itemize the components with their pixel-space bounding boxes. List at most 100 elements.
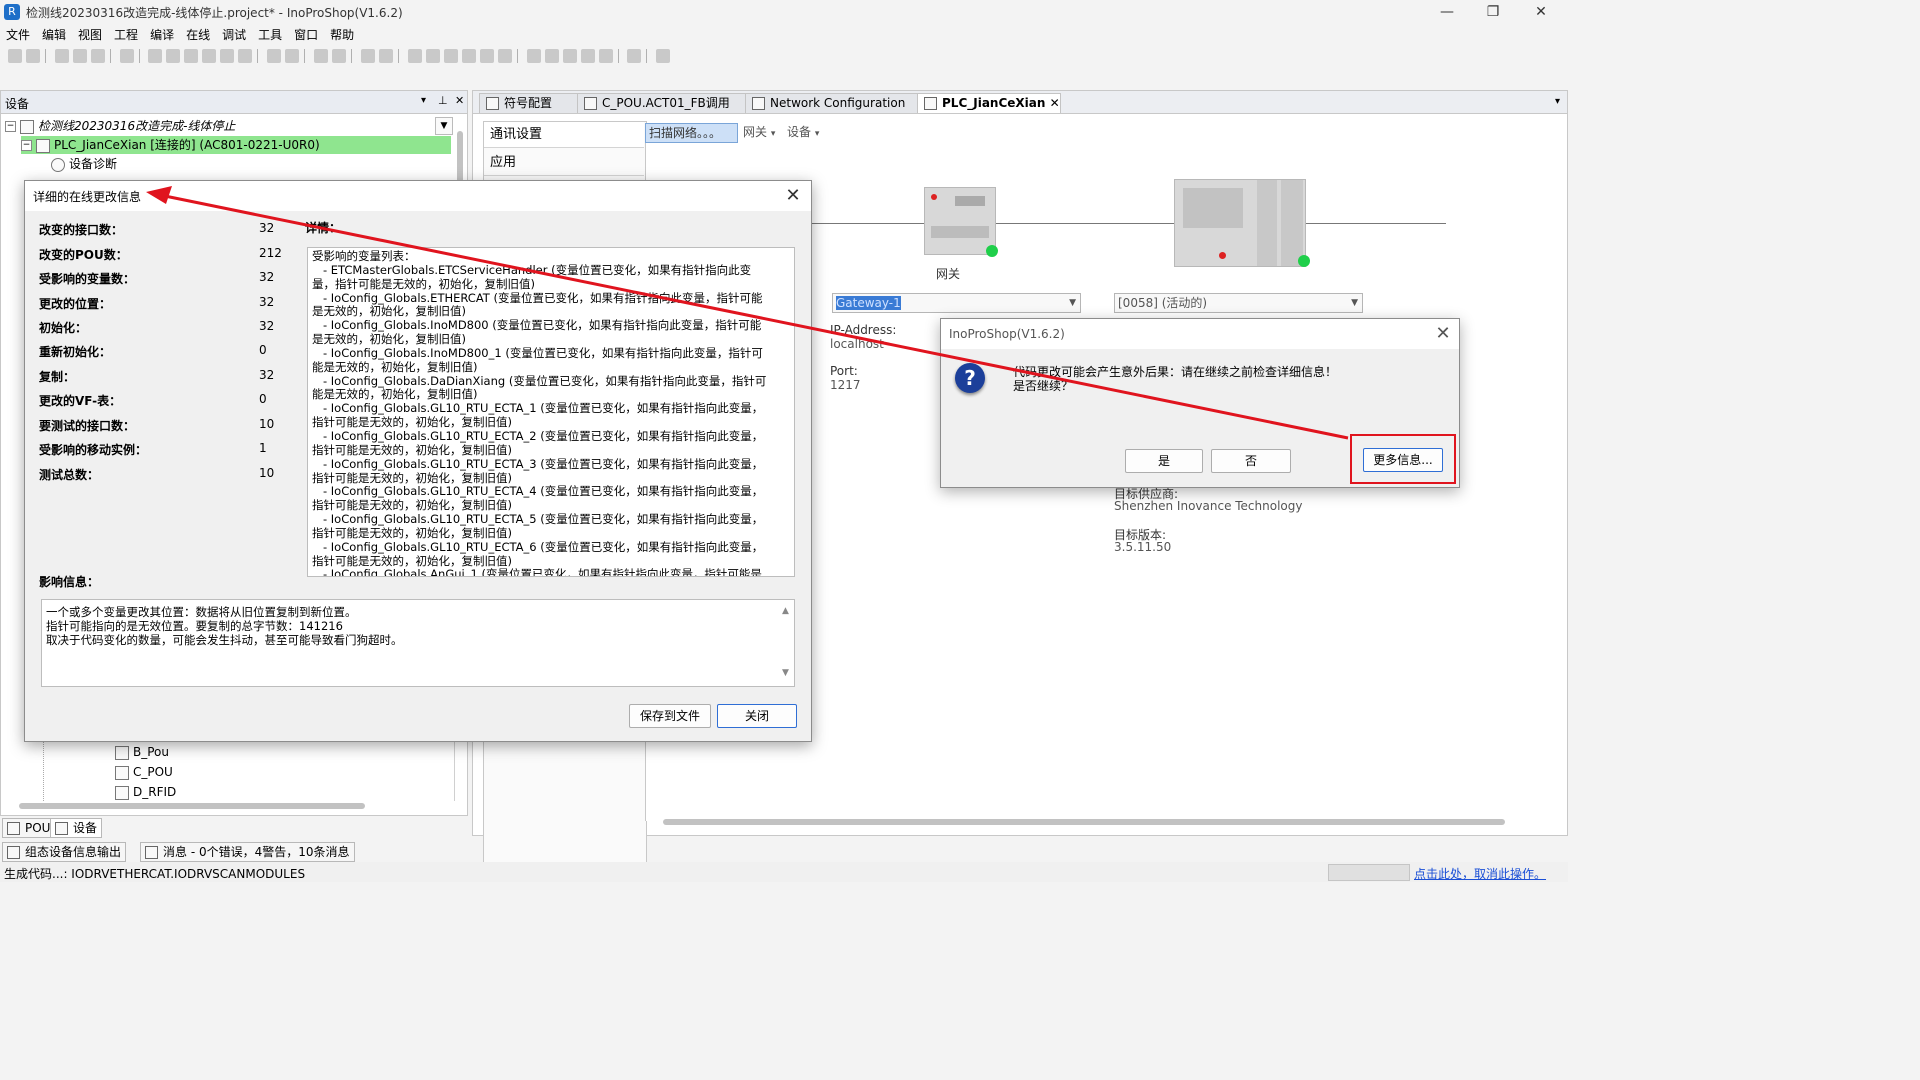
tree-hscroll[interactable] xyxy=(19,803,365,809)
options-icon[interactable] xyxy=(656,49,671,63)
stop-icon[interactable] xyxy=(461,49,476,63)
tab-symbol-config[interactable]: 符号配置 xyxy=(479,93,585,113)
undo-icon[interactable] xyxy=(148,49,163,63)
nav-communication-settings[interactable]: 通讯设置 xyxy=(484,122,644,148)
menu-file[interactable]: 文件 xyxy=(0,24,36,45)
run-to-cursor-icon[interactable] xyxy=(580,49,595,63)
impact-textbox[interactable]: 一个或多个变量更改其位置：数据将从旧位置复制到新位置。 指针可能指向的是无效位置… xyxy=(41,599,795,687)
no-button[interactable]: 否 xyxy=(1211,449,1291,473)
nav-application[interactable]: 应用 xyxy=(484,150,644,176)
tab-plc-jiancexian[interactable]: PLC_JianCeXian ✕ xyxy=(917,93,1061,113)
tab-messages[interactable]: 消息 - 0个错误，4警告，10条消息 xyxy=(140,842,355,862)
add-object-icon[interactable] xyxy=(332,49,347,63)
download-icon[interactable] xyxy=(378,49,393,63)
menu-build[interactable]: 编译 xyxy=(144,24,180,45)
select-all-icon[interactable] xyxy=(314,49,329,63)
write-values-icon[interactable] xyxy=(497,49,512,63)
forward-icon[interactable] xyxy=(26,49,40,63)
replace-icon[interactable] xyxy=(285,49,300,63)
gateway-select[interactable]: Gateway-1 ▼ xyxy=(832,293,1081,313)
tab-device-output[interactable]: 组态设备信息输出 xyxy=(2,842,127,862)
menu-view[interactable]: 视图 xyxy=(72,24,108,45)
close-button[interactable]: 关闭 xyxy=(717,704,797,728)
device-select[interactable]: [0058] (活动的) ▼ xyxy=(1114,293,1363,313)
reset-icon[interactable] xyxy=(479,49,494,63)
plc-rail xyxy=(1257,180,1277,266)
status-bar: 生成代码...: IODRVETHERCAT.IODRVSCANMODULES … xyxy=(0,862,1568,882)
tree-pou-row[interactable]: C_POU xyxy=(115,763,173,781)
scroll-down-icon[interactable]: ▼ xyxy=(782,668,789,678)
menu-window[interactable]: 窗口 xyxy=(288,24,324,45)
save-icon[interactable] xyxy=(90,49,105,63)
open-file-icon[interactable] xyxy=(72,49,87,63)
step-over-icon[interactable] xyxy=(526,49,541,63)
new-file-icon[interactable] xyxy=(54,49,69,63)
breakpoint-icon[interactable] xyxy=(598,49,613,63)
step-out-icon[interactable] xyxy=(562,49,577,63)
tree-diag-row[interactable]: 设备诊断 xyxy=(51,155,117,173)
tree-project-row[interactable]: − 检测线20230316改造完成-线体停止 xyxy=(5,117,235,135)
pane-dropdown-icon[interactable]: ▾ xyxy=(421,95,426,106)
dialog-close-icon[interactable]: ✕ xyxy=(1431,322,1455,346)
paste-icon[interactable] xyxy=(220,49,235,63)
stat-label: 复制： xyxy=(39,370,76,384)
scan-network-button[interactable]: 扫描网络。。。 xyxy=(645,123,738,143)
device-menu-button[interactable]: 设备 ▾ xyxy=(787,123,819,141)
close-window-button[interactable]: ✕ xyxy=(1518,2,1564,22)
stat-value: 32 xyxy=(259,295,275,309)
menu-debug[interactable]: 调试 xyxy=(216,24,252,45)
plc-led xyxy=(1219,252,1226,259)
tree-pou-row[interactable]: D_RFID xyxy=(115,783,176,801)
cut-icon[interactable] xyxy=(184,49,199,63)
toggle-icon[interactable] xyxy=(627,49,642,63)
gateway-menu-button[interactable]: 网关 ▾ xyxy=(743,123,775,141)
logout-icon[interactable] xyxy=(425,49,440,63)
menu-project[interactable]: 工程 xyxy=(108,24,144,45)
menu-edit[interactable]: 编辑 xyxy=(36,24,72,45)
tab-list-dropdown-icon[interactable]: ▾ xyxy=(1555,96,1560,107)
copy-icon[interactable] xyxy=(202,49,217,63)
tab-messages-label: 消息 - 0个错误，4警告，10条消息 xyxy=(163,845,350,859)
tree-pou-label: C_POU xyxy=(133,765,173,779)
run-icon[interactable] xyxy=(443,49,458,63)
tab-close-icon[interactable]: ✕ xyxy=(1050,96,1060,110)
diagnostics-icon xyxy=(51,157,65,172)
menu-tools[interactable]: 工具 xyxy=(252,24,288,45)
collapse-icon[interactable]: − xyxy=(21,140,32,151)
tab-c-pou-act01[interactable]: C_POU.ACT01_FB调用 xyxy=(577,93,751,113)
tree-plc-row[interactable]: − PLC_JianCeXian [连接的] (AC801-0221-U0R0) xyxy=(21,136,451,154)
collapse-icon[interactable]: − xyxy=(5,121,16,132)
print-icon[interactable] xyxy=(119,49,134,63)
tree-dropdown-icon[interactable]: ▼ xyxy=(435,117,453,135)
port-value: 1217 xyxy=(830,378,861,392)
dialog-close-icon[interactable]: ✕ xyxy=(781,184,805,208)
build-icon[interactable] xyxy=(360,49,375,63)
menu-help[interactable]: 帮助 xyxy=(324,24,360,45)
step-into-icon[interactable] xyxy=(544,49,559,63)
cancel-operation-link[interactable]: 点击此处，取消此操作。 xyxy=(1414,865,1546,882)
editor-hscroll[interactable] xyxy=(663,819,1505,825)
pane-close-icon[interactable]: ✕ xyxy=(455,94,464,107)
login-icon[interactable] xyxy=(407,49,422,63)
scroll-up-icon[interactable]: ▲ xyxy=(782,606,789,616)
pin-icon[interactable]: ⊥ xyxy=(438,94,448,107)
maximize-button[interactable]: ❐ xyxy=(1470,2,1516,22)
target-version-value: 3.5.11.50 xyxy=(1114,540,1172,554)
tree-pou-row[interactable]: B_Pou xyxy=(115,743,169,761)
details-textbox[interactable]: 受影响的变量列表： - ETCMasterGlobals.ETCServiceH… xyxy=(307,247,795,577)
plc-device-image[interactable] xyxy=(1174,179,1306,267)
find-icon[interactable] xyxy=(267,49,282,63)
tab-devices[interactable]: 设备 xyxy=(50,818,103,838)
tab-network-configuration[interactable]: Network Configuration xyxy=(745,93,919,113)
save-to-file-button[interactable]: 保存到文件 xyxy=(629,704,711,728)
redo-icon[interactable] xyxy=(166,49,181,63)
stat-value: 10 xyxy=(259,417,275,431)
tab-device-output-label: 组态设备信息输出 xyxy=(25,845,122,859)
yes-button[interactable]: 是 xyxy=(1125,449,1203,473)
menu-online[interactable]: 在线 xyxy=(180,24,216,45)
back-icon[interactable] xyxy=(8,49,22,63)
minimize-button[interactable]: — xyxy=(1424,2,1470,22)
device-menu-label: 设备 xyxy=(787,125,812,139)
delete-icon[interactable] xyxy=(238,49,253,63)
gateway-device-icon[interactable] xyxy=(924,187,996,255)
